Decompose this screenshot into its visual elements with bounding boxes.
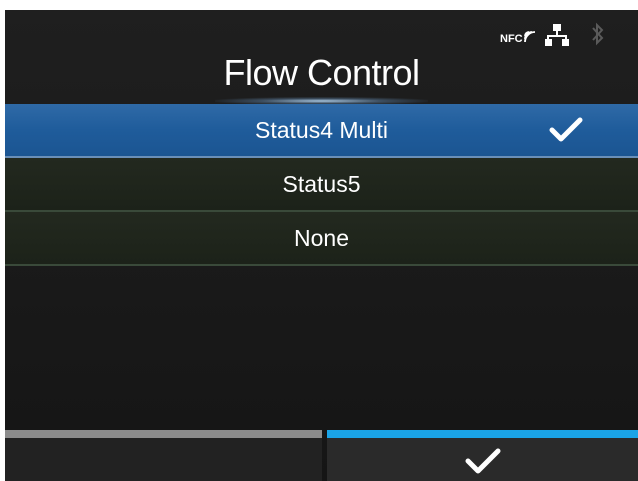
softkey-left[interactable] xyxy=(5,430,322,481)
option-status5[interactable]: Status5 xyxy=(5,158,638,212)
option-status4-multi[interactable]: Status4 Multi xyxy=(5,104,638,158)
option-list: Status4 Multi Status5 None xyxy=(5,104,638,266)
page-title: Flow Control xyxy=(223,52,420,93)
softkey-bar xyxy=(5,430,638,481)
option-label: Status5 xyxy=(282,171,361,197)
nfc-icon: NFC xyxy=(500,31,536,45)
option-label: None xyxy=(294,225,349,251)
printer-display: NFC Flow Control Status4 Multi Status5 N… xyxy=(5,10,638,481)
checkmark-icon xyxy=(549,117,583,142)
svg-text:NFC: NFC xyxy=(500,33,523,45)
bluetooth-icon xyxy=(592,22,604,46)
option-none[interactable]: None xyxy=(5,212,638,266)
checkmark-icon xyxy=(465,448,501,474)
network-icon xyxy=(545,24,569,46)
confirm-softkey[interactable] xyxy=(327,430,638,481)
option-label: Status4 Multi xyxy=(255,117,388,143)
